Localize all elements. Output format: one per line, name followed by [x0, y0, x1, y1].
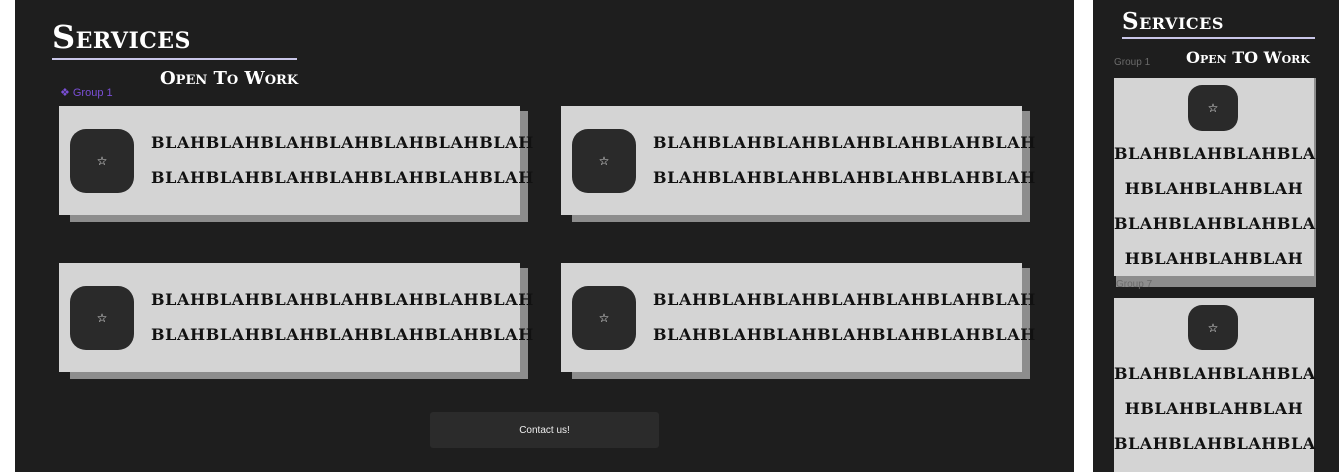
title-underline	[1122, 37, 1315, 39]
card-text-line1: BLAHBLAHBLAHBLAHBLAHBLAHBLAH	[151, 290, 534, 309]
card-text-line: BLAHBLAHBLAHBLA	[1114, 434, 1316, 453]
card-text-line2: BLAHBLAHBLAHBLAHBLAHBLAHBLAH	[653, 325, 1036, 344]
desktop-frame: Services Open To Work ❖ Group 1 ☆ BLAHBLA…	[15, 0, 1074, 472]
page-subtitle: Open TO Work	[1186, 48, 1310, 67]
card-text-line1: BLAHBLAHBLAHBLAHBLAHBLAHBLAH	[151, 133, 534, 152]
page-title: Services	[52, 18, 191, 56]
card-text-line: HBLAHBLAHBLAH	[1124, 179, 1304, 198]
contact-button[interactable]: Contact us!	[430, 412, 659, 448]
star-icon: ☆	[572, 286, 636, 350]
card-text-line: BLAHBLAHBLAHBLA	[1114, 144, 1316, 163]
star-icon: ☆	[1188, 305, 1238, 350]
page-title: Services	[1122, 8, 1224, 35]
title-underline	[52, 58, 297, 60]
star-icon: ☆	[1188, 85, 1238, 131]
star-icon: ☆	[572, 129, 636, 193]
service-card[interactable]: ☆ BLAHBLAHBLAHBLAHBLAHBLAHBLAH BLAHBLAHB…	[59, 263, 533, 372]
service-card[interactable]: ☆ BLAHBLAHBLAHBLA HBLAHBLAHBLAH BLAHBLAH…	[1114, 298, 1316, 472]
star-icon: ☆	[70, 286, 134, 350]
group-label: Group 1	[1114, 57, 1151, 68]
group-label: ❖ Group 1	[60, 87, 113, 99]
card-text-line: BLAHBLAHBLAHBLA	[1114, 214, 1316, 233]
card-text-line: BLAHBLAHBLAHBLA	[1114, 364, 1316, 383]
card-text-line: HBLAHBLAHBLAH	[1124, 249, 1304, 268]
star-icon: ☆	[70, 129, 134, 193]
component-icon: ❖	[60, 87, 70, 99]
page-subtitle: Open To Work	[160, 68, 299, 89]
card-text-line2: BLAHBLAHBLAHBLAHBLAHBLAHBLAH	[653, 168, 1036, 187]
card-text-line1: BLAHBLAHBLAHBLAHBLAHBLAHBLAH	[653, 133, 1036, 152]
group-label: Group 7	[1116, 279, 1153, 290]
service-card[interactable]: ☆ BLAHBLAHBLAHBLAHBLAHBLAHBLAH BLAHBLAHB…	[561, 106, 1035, 215]
service-card[interactable]: ☆ BLAHBLAHBLAHBLAHBLAHBLAHBLAH BLAHBLAHB…	[561, 263, 1035, 372]
card-text-line2: BLAHBLAHBLAHBLAHBLAHBLAHBLAH	[151, 168, 534, 187]
card-text-line1: BLAHBLAHBLAHBLAHBLAHBLAHBLAH	[653, 290, 1036, 309]
mobile-frame: Services Group 1 Open TO Work ☆ BLAHBLAH…	[1093, 0, 1339, 472]
service-card[interactable]: ☆ BLAHBLAHBLAHBLA HBLAHBLAHBLAH BLAHBLAH…	[1114, 78, 1316, 276]
service-card[interactable]: ☆ BLAHBLAHBLAHBLAHBLAHBLAHBLAH BLAHBLAHB…	[59, 106, 533, 215]
card-text-line: HBLAHBLAHBLAH	[1124, 399, 1304, 418]
card-text-line2: BLAHBLAHBLAHBLAHBLAHBLAHBLAH	[151, 325, 534, 344]
